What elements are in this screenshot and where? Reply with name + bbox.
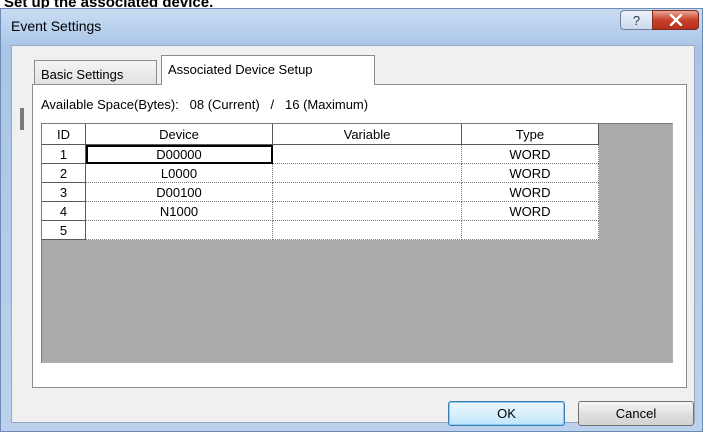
close-button[interactable] [652, 10, 699, 30]
tab-basic-settings[interactable]: Basic Settings [34, 60, 157, 84]
left-edge-marker [20, 108, 24, 130]
event-settings-dialog: Event Settings ? Basic Settings Associat… [0, 8, 703, 432]
device-cell[interactable] [85, 220, 273, 240]
title-bar: Event Settings ? [1, 9, 702, 45]
variable-cell[interactable] [272, 144, 462, 164]
column-header-device[interactable]: Device [85, 124, 273, 145]
available-space-current: 08 (Current) [189, 97, 260, 112]
row-id-cell[interactable]: 5 [42, 220, 86, 240]
row-id-cell[interactable]: 2 [42, 163, 86, 183]
type-cell[interactable]: WORD [461, 201, 599, 221]
variable-cell[interactable] [272, 163, 462, 183]
device-grid[interactable]: ID Device Variable Type 1 D00000 WORD 2 … [41, 123, 673, 363]
column-header-variable[interactable]: Variable [272, 124, 462, 145]
table-row: 2 L0000 WORD [42, 163, 599, 183]
device-cell[interactable]: D00100 [85, 182, 273, 202]
type-cell[interactable]: WORD [461, 182, 599, 202]
dialog-client-area: Basic Settings Associated Device Setup A… [11, 45, 695, 426]
help-icon: ? [632, 12, 641, 28]
type-cell[interactable]: WORD [461, 144, 599, 164]
row-id-cell[interactable]: 3 [42, 182, 86, 202]
type-cell[interactable]: WORD [461, 163, 599, 183]
variable-cell[interactable] [272, 182, 462, 202]
table-row: 5 [42, 220, 599, 240]
table-header-row: ID Device Variable Type [42, 124, 599, 145]
table-row: 4 N1000 WORD [42, 201, 599, 221]
page-caption: Set up the associated device. [0, 0, 705, 8]
row-id-cell[interactable]: 1 [42, 144, 86, 164]
available-space-label: Available Space(Bytes): [41, 97, 179, 112]
device-cell[interactable]: N1000 [85, 201, 273, 221]
available-space-separator: / [270, 97, 275, 112]
table-row: 1 D00000 WORD [42, 144, 599, 164]
column-header-type[interactable]: Type [461, 124, 599, 145]
variable-cell[interactable] [272, 201, 462, 221]
cancel-button[interactable]: Cancel [578, 401, 694, 426]
help-button[interactable]: ? [620, 10, 653, 30]
device-cell[interactable]: D00000 [85, 144, 273, 164]
close-icon [669, 14, 682, 26]
variable-cell[interactable] [272, 220, 462, 240]
tab-associated-device-setup[interactable]: Associated Device Setup [161, 55, 375, 85]
row-id-cell[interactable]: 4 [42, 201, 86, 221]
device-table: ID Device Variable Type 1 D00000 WORD 2 … [42, 124, 599, 240]
ok-button[interactable]: OK [448, 401, 565, 426]
dialog-title: Event Settings [11, 18, 102, 34]
tab-panel: Available Space(Bytes): 08 (Current) / 1… [32, 84, 687, 388]
available-space-info: Available Space(Bytes): 08 (Current) / 1… [41, 97, 368, 112]
available-space-maximum: 16 (Maximum) [285, 97, 369, 112]
table-row: 3 D00100 WORD [42, 182, 599, 202]
device-cell[interactable]: L0000 [85, 163, 273, 183]
column-header-id[interactable]: ID [42, 124, 86, 145]
type-cell[interactable] [461, 220, 599, 240]
